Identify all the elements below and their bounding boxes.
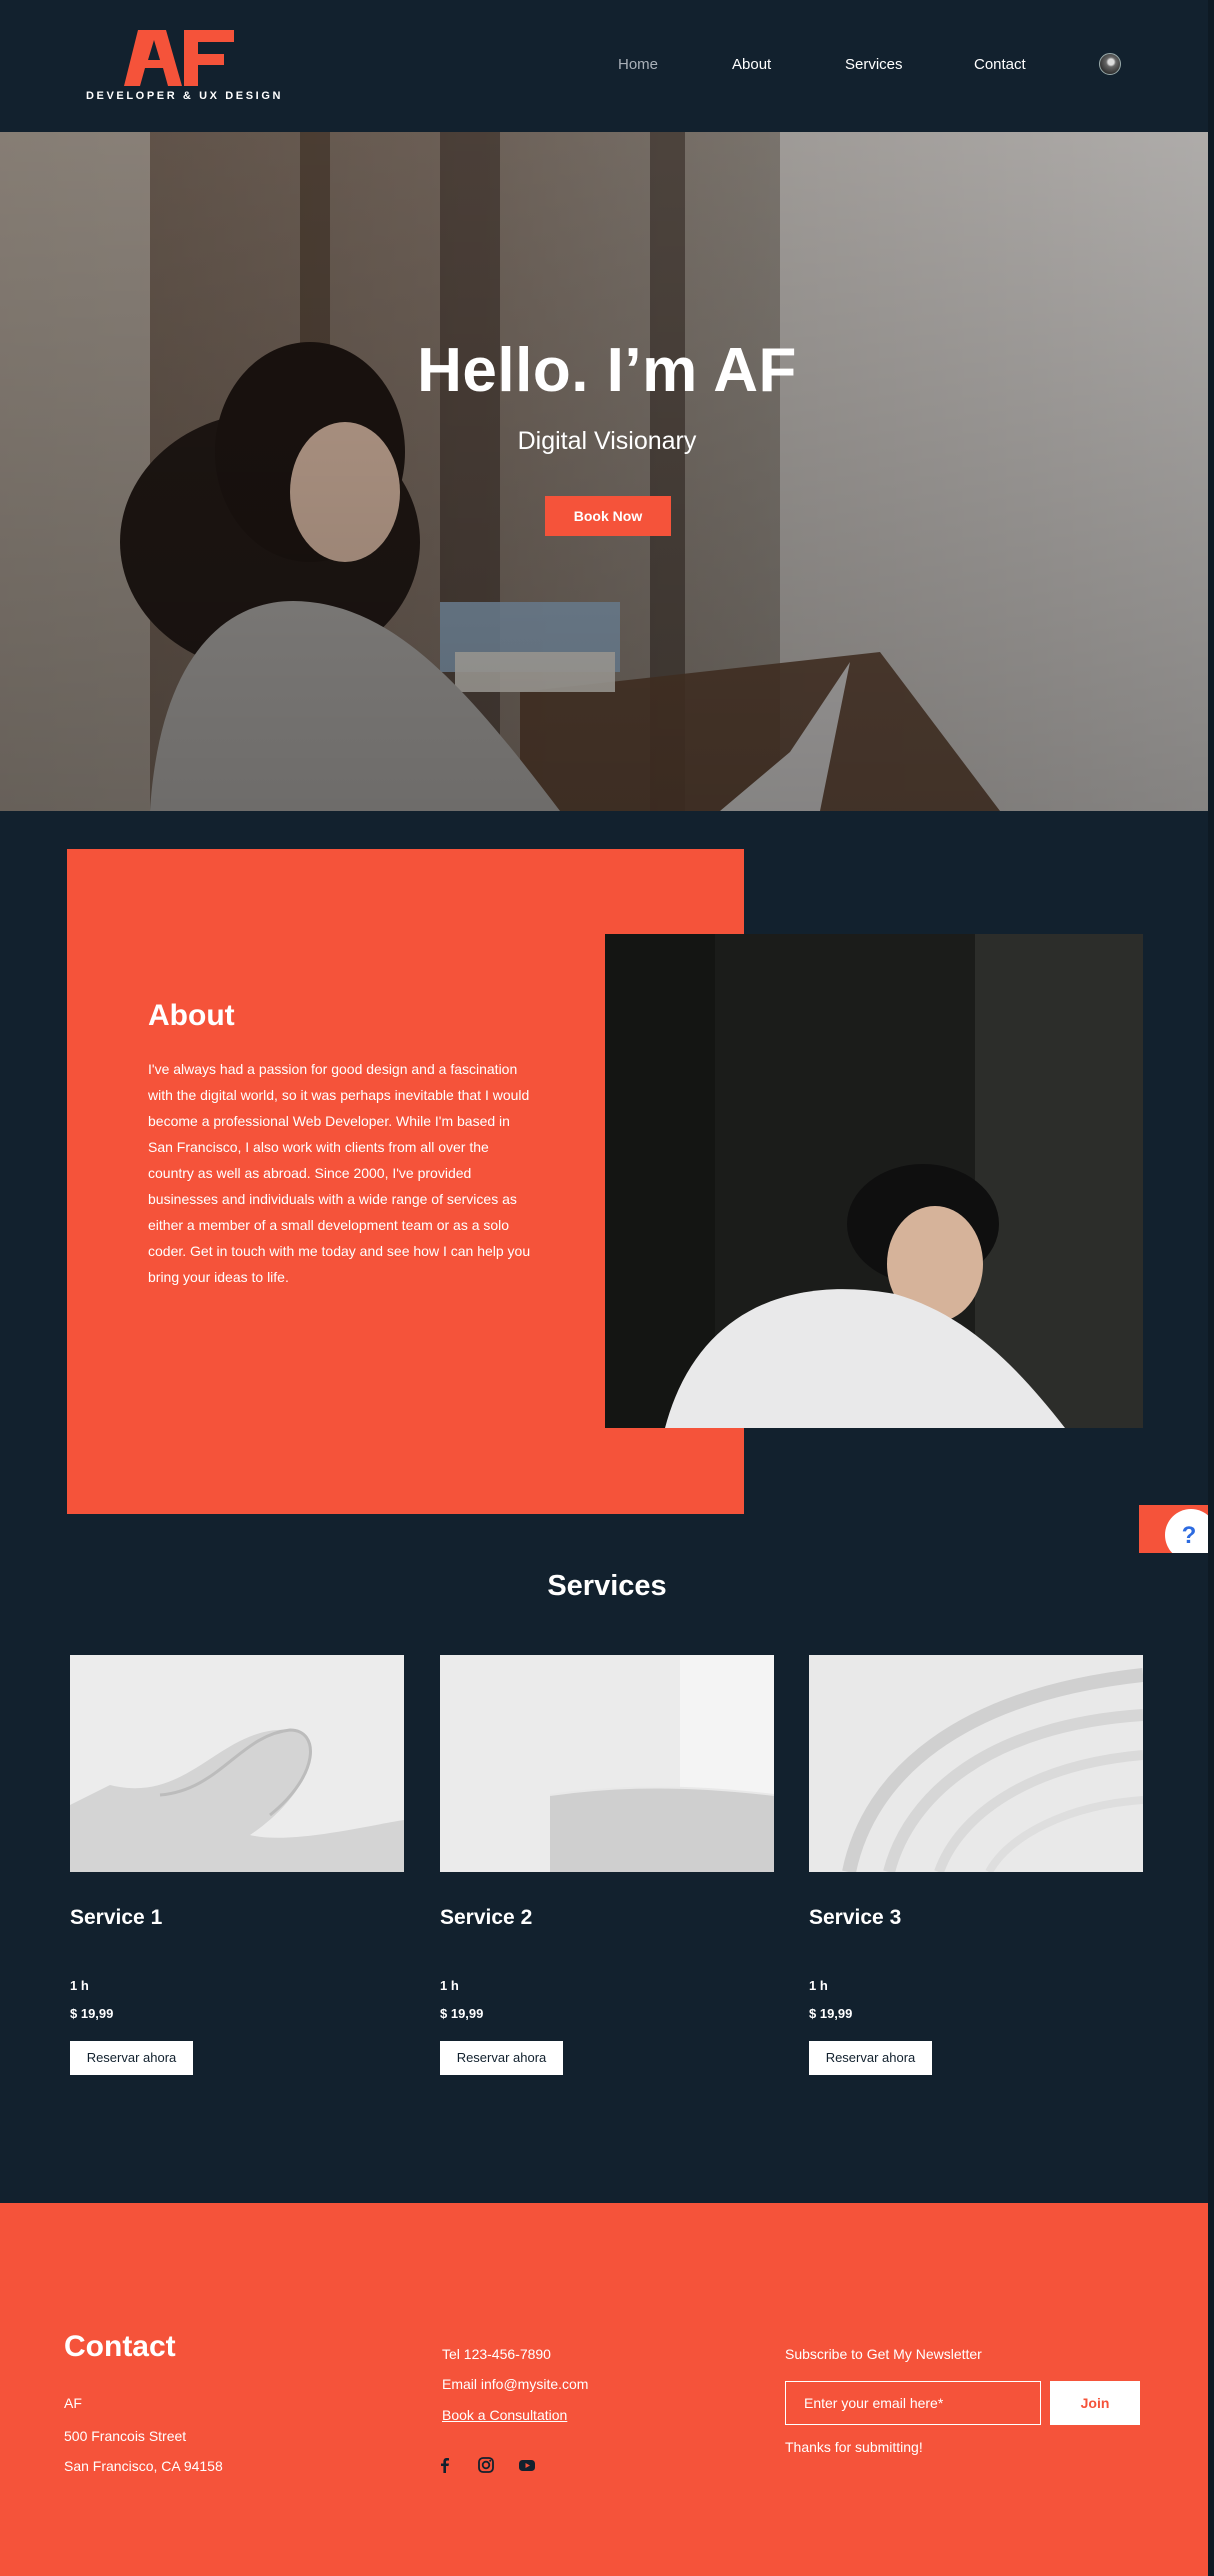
facebook-icon[interactable] bbox=[436, 2456, 454, 2474]
footer-address-line1: 500 Francois Street bbox=[64, 2428, 187, 2444]
book-now-button[interactable]: Book Now bbox=[545, 496, 671, 536]
book-service-button[interactable]: Reservar ahora bbox=[440, 2041, 563, 2075]
nav-services[interactable]: Services bbox=[845, 56, 903, 73]
service-price: $ 19,99 bbox=[809, 2006, 853, 2021]
about-photo bbox=[605, 934, 1143, 1428]
footer-phone[interactable]: Tel 123-456-7890 bbox=[442, 2346, 551, 2362]
book-service-button[interactable]: Reservar ahora bbox=[70, 2041, 193, 2075]
service-image bbox=[70, 1655, 404, 1872]
footer-name: AF bbox=[64, 2395, 82, 2411]
service-card: Service 1 1 h $ 19,99 Reservar ahora bbox=[70, 1655, 404, 2075]
service-price: $ 19,99 bbox=[440, 2006, 484, 2021]
help-chat-icon[interactable]: ? bbox=[1139, 1505, 1214, 1553]
svg-text:?: ? bbox=[1182, 1522, 1197, 1549]
service-duration: 1 h bbox=[440, 1978, 459, 1993]
footer-email[interactable]: Email info@mysite.com bbox=[442, 2376, 588, 2392]
book-service-button[interactable]: Reservar ahora bbox=[809, 2041, 932, 2075]
youtube-icon[interactable] bbox=[518, 2456, 536, 2474]
newsletter-label: Subscribe to Get My Newsletter bbox=[785, 2346, 982, 2362]
join-button[interactable]: Join bbox=[1050, 2381, 1140, 2425]
service-image bbox=[440, 1655, 775, 1872]
service-image bbox=[809, 1655, 1144, 1875]
book-consultation-link[interactable]: Book a Consultation bbox=[442, 2407, 567, 2423]
service-price: $ 19,99 bbox=[70, 2006, 114, 2021]
footer-contact-title: Contact bbox=[64, 2330, 176, 2363]
newsletter-email-input[interactable] bbox=[785, 2381, 1041, 2425]
hero-background-image bbox=[0, 132, 1214, 811]
newsletter-thanks: Thanks for submitting! bbox=[785, 2439, 923, 2455]
site-header: DEVELOPER & UX DESIGN Home About Service… bbox=[0, 0, 1214, 132]
logo-tagline: DEVELOPER & UX DESIGN bbox=[86, 90, 284, 102]
service-card: Service 2 1 h $ 19,99 Reservar ahora bbox=[440, 1655, 775, 2075]
instagram-icon[interactable] bbox=[477, 2456, 495, 2474]
services-title: Services bbox=[547, 1570, 667, 1602]
footer-address-line2: San Francisco, CA 94158 bbox=[64, 2458, 223, 2474]
hero-section: Hello. I’m AF Digital Visionary Book Now bbox=[0, 132, 1214, 811]
service-card: Service 3 1 h $ 19,99 Reservar ahora bbox=[809, 1655, 1144, 2075]
scrollbar-track[interactable] bbox=[1208, 0, 1214, 2576]
about-title: About bbox=[148, 999, 235, 1032]
main-nav: Home About Services Contact bbox=[0, 56, 1214, 76]
nav-contact[interactable]: Contact bbox=[974, 56, 1026, 73]
user-avatar-icon[interactable] bbox=[1099, 53, 1121, 75]
service-duration: 1 h bbox=[70, 1978, 89, 1993]
about-text: I've always had a passion for good desig… bbox=[148, 1061, 531, 1285]
service-name: Service 2 bbox=[440, 1906, 533, 1929]
nav-about[interactable]: About bbox=[732, 56, 771, 73]
service-name: Service 1 bbox=[70, 1906, 163, 1929]
nav-home[interactable]: Home bbox=[618, 56, 658, 73]
hero-title: Hello. I’m AF bbox=[417, 336, 797, 405]
service-duration: 1 h bbox=[809, 1978, 828, 1993]
hero-subtitle: Digital Visionary bbox=[517, 427, 697, 455]
site-footer: Contact AF 500 Francois Street San Franc… bbox=[0, 2203, 1214, 2576]
service-name: Service 3 bbox=[809, 1906, 902, 1929]
